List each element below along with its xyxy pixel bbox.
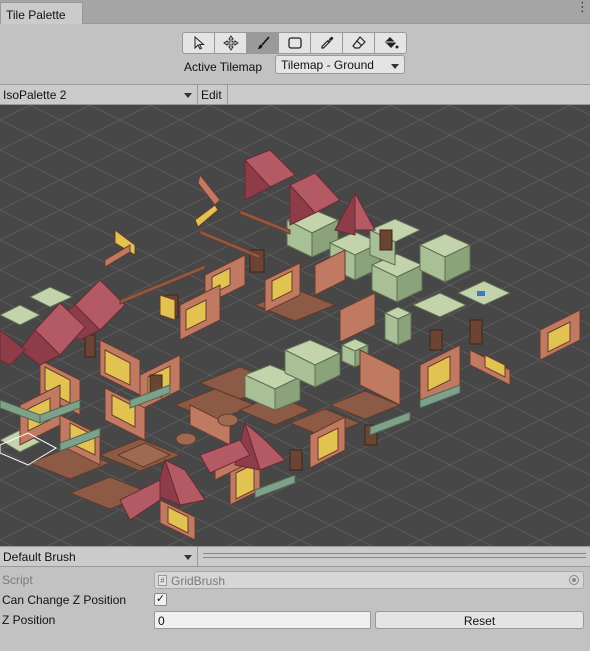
tool-area: Active Tilemap Tilemap - Ground	[0, 24, 590, 84]
rectangle-icon	[287, 37, 302, 49]
tile-palette-canvas[interactable]	[0, 105, 590, 546]
move-arrows-icon	[222, 35, 239, 51]
more-options-icon[interactable]: ⋮	[576, 0, 589, 18]
can-change-z-label: Can Change Z Position	[2, 593, 127, 607]
can-change-z-checkbox[interactable]: ✓	[154, 593, 167, 606]
edit-palette-button[interactable]: Edit	[198, 85, 228, 105]
water-tile	[477, 291, 485, 296]
paint-bucket-icon	[384, 37, 398, 49]
script-value: GridBrush	[171, 574, 226, 588]
active-tilemap-value: Tilemap - Ground	[281, 58, 374, 72]
tab-bar: Tile Palette ⋮	[0, 0, 590, 24]
active-tilemap-dropdown[interactable]: Tilemap - Ground	[275, 55, 405, 74]
active-tilemap-label: Active Tilemap	[184, 60, 263, 74]
palette-dropdown[interactable]: IsoPalette 2	[0, 85, 198, 105]
tab-tile-palette[interactable]: Tile Palette	[0, 2, 83, 24]
paint-tool-button[interactable]	[246, 32, 279, 54]
erase-tool-button[interactable]	[342, 32, 375, 54]
chevron-down-icon	[184, 555, 192, 560]
picker-tool-button[interactable]	[310, 32, 343, 54]
brush-bar: Default Brush	[0, 546, 590, 567]
eraser-icon	[351, 36, 366, 49]
select-tool-button[interactable]	[182, 32, 215, 54]
move-tool-button[interactable]	[214, 32, 247, 54]
palette-value: IsoPalette 2	[3, 88, 67, 102]
script-label: Script	[2, 573, 33, 587]
brush-dropdown[interactable]: Default Brush	[0, 547, 198, 567]
can-change-z-row: Can Change Z Position ✓	[0, 590, 590, 610]
chevron-down-icon	[391, 64, 399, 69]
brush-value: Default Brush	[3, 550, 76, 564]
palette-tiles-view	[0, 105, 590, 546]
z-position-field[interactable]: 0	[154, 611, 371, 629]
brush-icon	[257, 36, 270, 49]
script-row: Script # GridBrush	[0, 570, 590, 590]
box-fill-tool-button[interactable]	[278, 32, 311, 54]
script-field: # GridBrush	[154, 571, 584, 589]
z-position-label: Z Position	[2, 613, 56, 627]
flood-fill-tool-button[interactable]	[374, 32, 407, 54]
reset-button[interactable]: Reset	[375, 611, 584, 629]
z-position-row: Z Position 0 Reset	[0, 610, 590, 630]
tool-strip	[182, 32, 407, 54]
brush-inspector: Script # GridBrush Can Change Z Position…	[0, 567, 590, 651]
eyedropper-icon	[320, 36, 333, 49]
palette-bar: IsoPalette 2 Edit	[0, 84, 590, 105]
chevron-down-icon	[184, 93, 192, 98]
script-icon: #	[158, 575, 167, 586]
resize-handle[interactable]	[203, 553, 586, 558]
arrow-cursor-icon	[194, 35, 205, 50]
object-picker-icon[interactable]	[569, 575, 579, 585]
